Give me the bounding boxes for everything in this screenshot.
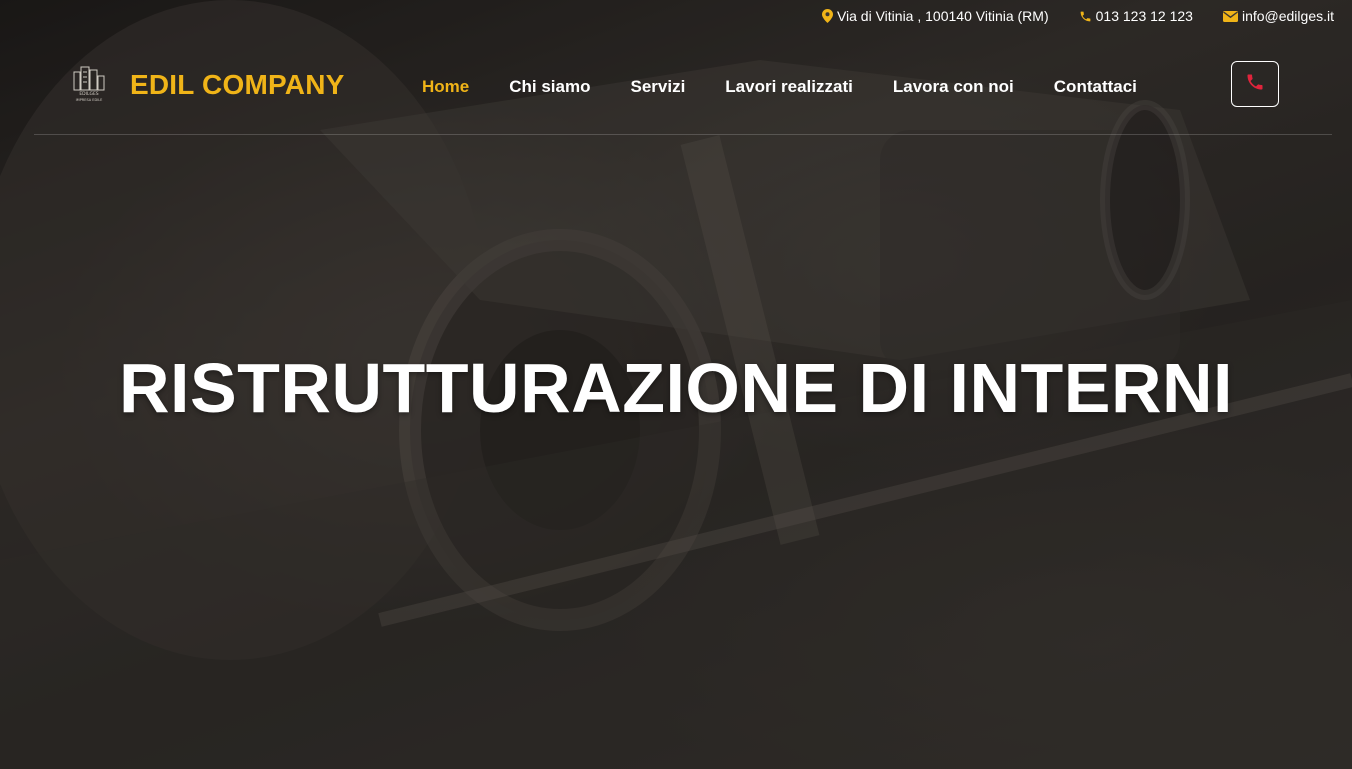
nav-item-servizi[interactable]: Servizi xyxy=(630,77,685,97)
brand-name[interactable]: EDIL COMPANY xyxy=(130,69,345,101)
map-marker-icon xyxy=(821,9,833,23)
logo-text-top: EDILGES xyxy=(79,91,98,97)
nav-item-lavora-con-noi[interactable]: Lavora con noi xyxy=(893,77,1014,97)
email-info[interactable]: info@edilges.it xyxy=(1222,8,1334,24)
hero-title: RISTRUTTURAZIONE DI INTERNI xyxy=(118,349,1234,427)
main-nav: Home Chi siamo Servizi Lavori realizzati… xyxy=(422,77,1137,97)
phone-small-icon xyxy=(1079,10,1092,23)
top-info-bar: Via di Vitinia , 100140 Vitinia (RM) 013… xyxy=(821,8,1334,24)
logo-text-bottom: IMPRESA EDILE xyxy=(76,98,103,102)
logo[interactable]: EDILGES IMPRESA EDILE xyxy=(66,64,112,102)
nav-item-lavori-realizzati[interactable]: Lavori realizzati xyxy=(725,77,853,97)
page: Via di Vitinia , 100140 Vitinia (RM) 013… xyxy=(0,0,1352,769)
envelope-icon xyxy=(1222,10,1238,22)
nav-item-contattaci[interactable]: Contattaci xyxy=(1054,77,1137,97)
phone-info[interactable]: 013 123 12 123 xyxy=(1079,8,1193,24)
nav-item-home[interactable]: Home xyxy=(422,77,469,97)
address-info[interactable]: Via di Vitinia , 100140 Vitinia (RM) xyxy=(821,8,1049,24)
address-text: Via di Vitinia , 100140 Vitinia (RM) xyxy=(836,8,1049,24)
site-header: EDILGES IMPRESA EDILE EDIL COMPANY Home … xyxy=(34,52,1332,135)
nav-item-chi-siamo[interactable]: Chi siamo xyxy=(509,77,590,97)
call-button[interactable] xyxy=(1231,61,1279,107)
phone-icon xyxy=(1245,72,1265,97)
phone-text: 013 123 12 123 xyxy=(1095,8,1193,24)
email-text: info@edilges.it xyxy=(1241,8,1334,24)
